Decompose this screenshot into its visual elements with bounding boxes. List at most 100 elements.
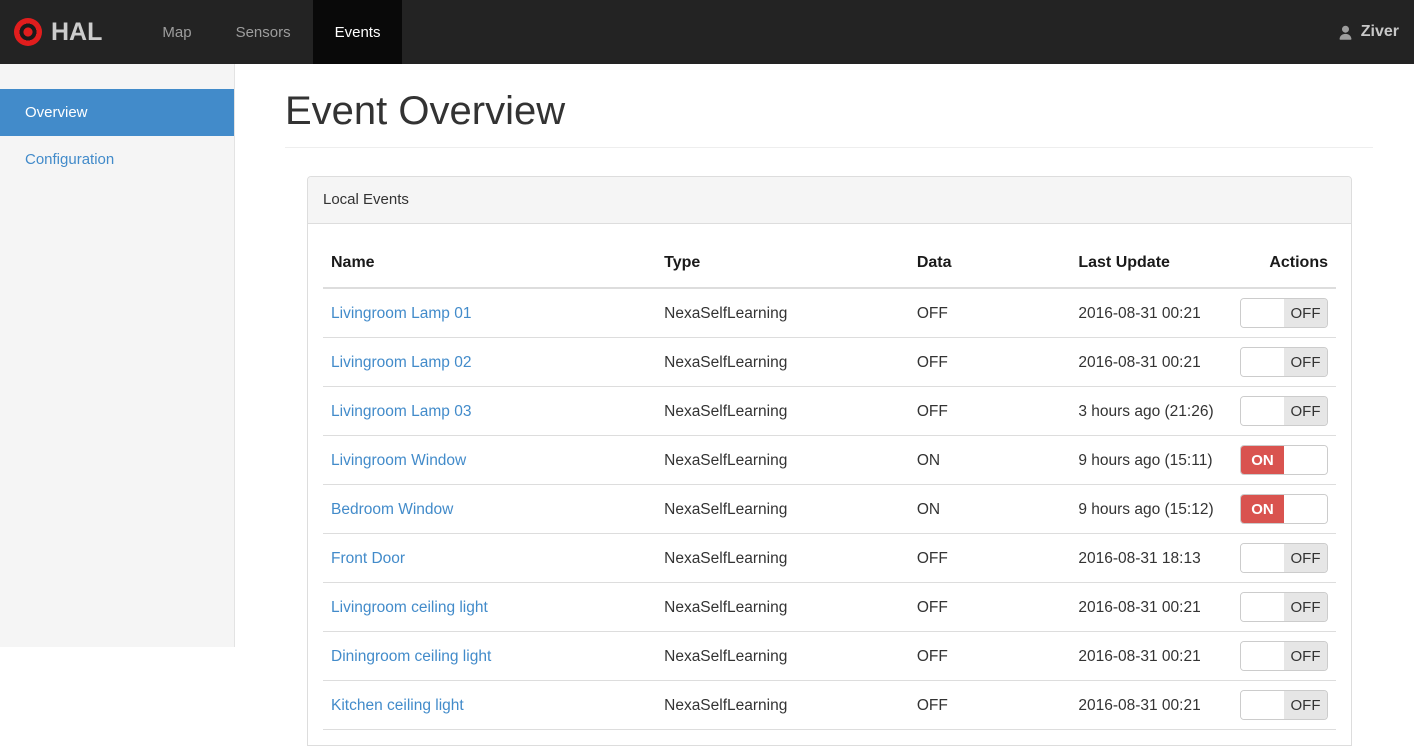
page-layout: Overview Configuration Event Overview Lo… [0, 64, 1414, 746]
panel-heading: Local Events [308, 177, 1351, 224]
local-events-panel: Local Events Name Type Data Last Update … [307, 176, 1352, 746]
toggle-switch-left [1241, 397, 1284, 425]
event-actions-cell: ON [1231, 435, 1336, 485]
event-actions-cell: OFF [1231, 288, 1336, 338]
event-data-cell: OFF [908, 680, 1071, 730]
event-actions-cell: OFF [1231, 680, 1336, 730]
toggle-switch[interactable]: ON [1240, 494, 1328, 524]
toggle-switch-left [1241, 348, 1284, 376]
table-row: Livingroom Window NexaSelfLearning ON 9 … [323, 435, 1336, 485]
event-actions-cell: OFF [1231, 582, 1336, 632]
main-nav: Map Sensors Events [140, 0, 403, 64]
table-row: Front Door NexaSelfLearning OFF 2016-08-… [323, 533, 1336, 583]
event-last-update-cell: 3 hours ago (21:26) [1070, 386, 1232, 436]
toggle-switch-left [1241, 642, 1284, 670]
toggle-switch[interactable]: OFF [1240, 641, 1328, 671]
page-header: Event Overview [285, 88, 1373, 148]
event-type-cell: NexaSelfLearning [656, 533, 909, 583]
table-header-row: Name Type Data Last Update Actions [323, 239, 1336, 289]
column-header-type: Type [656, 239, 909, 289]
event-data-cell: OFF [908, 582, 1071, 632]
toggle-switch-right: OFF [1284, 544, 1327, 572]
event-name-link[interactable]: Front Door [331, 550, 405, 567]
sidebar-item-overview[interactable]: Overview [0, 89, 234, 136]
sidebar: Overview Configuration [0, 64, 235, 647]
event-type-cell: NexaSelfLearning [656, 484, 909, 534]
brand[interactable]: HAL [0, 0, 118, 64]
event-name-cell: Front Door [323, 533, 657, 583]
event-data-cell: ON [908, 484, 1071, 534]
table-row: Livingroom ceiling light NexaSelfLearnin… [323, 582, 1336, 632]
toggle-switch[interactable]: OFF [1240, 298, 1328, 328]
toggle-switch-right: OFF [1284, 397, 1327, 425]
user-name: Ziver [1360, 23, 1399, 40]
toggle-switch-left [1241, 691, 1284, 719]
event-type-cell: NexaSelfLearning [656, 582, 909, 632]
event-name-link[interactable]: Kitchen ceiling light [331, 697, 464, 714]
event-name-cell: Livingroom ceiling light [323, 582, 657, 632]
events-table: Name Type Data Last Update Actions Livin… [323, 239, 1336, 730]
column-header-last-update: Last Update [1070, 239, 1232, 289]
event-type-cell: NexaSelfLearning [656, 288, 909, 338]
event-actions-cell: OFF [1231, 533, 1336, 583]
toggle-switch-right: OFF [1284, 642, 1327, 670]
event-type-cell: NexaSelfLearning [656, 680, 909, 730]
event-name-cell: Bedroom Window [323, 484, 657, 534]
bullseye-logo-icon [14, 18, 42, 46]
event-name-link[interactable]: Bedroom Window [331, 501, 453, 518]
toggle-switch-right: OFF [1284, 299, 1327, 327]
toggle-switch-left: ON [1241, 495, 1284, 523]
event-last-update-cell: 2016-08-31 00:21 [1070, 631, 1232, 681]
brand-label: HAL [51, 17, 103, 46]
event-actions-cell: OFF [1231, 337, 1336, 387]
toggle-switch-left [1241, 299, 1284, 327]
event-data-cell: OFF [908, 386, 1071, 436]
page-title: Event Overview [285, 89, 566, 133]
top-navbar: HAL Map Sensors Events Ziver [0, 0, 1414, 64]
table-row: Kitchen ceiling light NexaSelfLearning O… [323, 680, 1336, 730]
event-name-link[interactable]: Livingroom Lamp 02 [331, 354, 471, 371]
event-data-cell: ON [908, 435, 1071, 485]
column-header-actions: Actions [1231, 239, 1336, 289]
event-actions-cell: ON [1231, 484, 1336, 534]
toggle-switch[interactable]: OFF [1240, 543, 1328, 573]
event-name-cell: Livingroom Lamp 02 [323, 337, 657, 387]
toggle-switch[interactable]: OFF [1240, 347, 1328, 377]
table-row: Livingroom Lamp 01 NexaSelfLearning OFF … [323, 288, 1336, 338]
user-icon [1337, 24, 1354, 41]
event-last-update-cell: 2016-08-31 00:21 [1070, 288, 1232, 338]
toggle-switch[interactable]: OFF [1240, 396, 1328, 426]
nav-item-events[interactable]: Events [312, 0, 403, 64]
table-row: Diningroom ceiling light NexaSelfLearnin… [323, 631, 1336, 681]
toggle-switch[interactable]: ON [1240, 445, 1328, 475]
toggle-switch-right [1284, 446, 1327, 474]
event-type-cell: NexaSelfLearning [656, 386, 909, 436]
nav-item-sensors[interactable]: Sensors [214, 0, 313, 64]
toggle-switch-right: OFF [1284, 593, 1327, 621]
event-name-cell: Livingroom Window [323, 435, 657, 485]
event-actions-cell: OFF [1231, 386, 1336, 436]
nav-item-map[interactable]: Map [140, 0, 213, 64]
event-name-link[interactable]: Diningroom ceiling light [331, 648, 491, 665]
toggle-switch-right [1284, 495, 1327, 523]
event-last-update-cell: 2016-08-31 18:13 [1070, 533, 1232, 583]
event-type-cell: NexaSelfLearning [656, 337, 909, 387]
column-header-data: Data [908, 239, 1071, 289]
event-name-cell: Livingroom Lamp 03 [323, 386, 657, 436]
table-row: Livingroom Lamp 02 NexaSelfLearning OFF … [323, 337, 1336, 387]
toggle-switch[interactable]: OFF [1240, 690, 1328, 720]
user-menu[interactable]: Ziver [1322, 0, 1414, 64]
event-name-link[interactable]: Livingroom Lamp 03 [331, 403, 471, 420]
event-data-cell: OFF [908, 288, 1071, 338]
event-name-link[interactable]: Livingroom Window [331, 452, 466, 469]
toggle-switch-right: OFF [1284, 348, 1327, 376]
sidebar-item-configuration[interactable]: Configuration [0, 136, 234, 183]
event-data-cell: OFF [908, 533, 1071, 583]
toggle-switch-left [1241, 593, 1284, 621]
event-type-cell: NexaSelfLearning [656, 631, 909, 681]
event-name-cell: Diningroom ceiling light [323, 631, 657, 681]
column-header-name: Name [323, 239, 657, 289]
event-name-link[interactable]: Livingroom ceiling light [331, 599, 488, 616]
toggle-switch[interactable]: OFF [1240, 592, 1328, 622]
event-name-link[interactable]: Livingroom Lamp 01 [331, 305, 471, 322]
